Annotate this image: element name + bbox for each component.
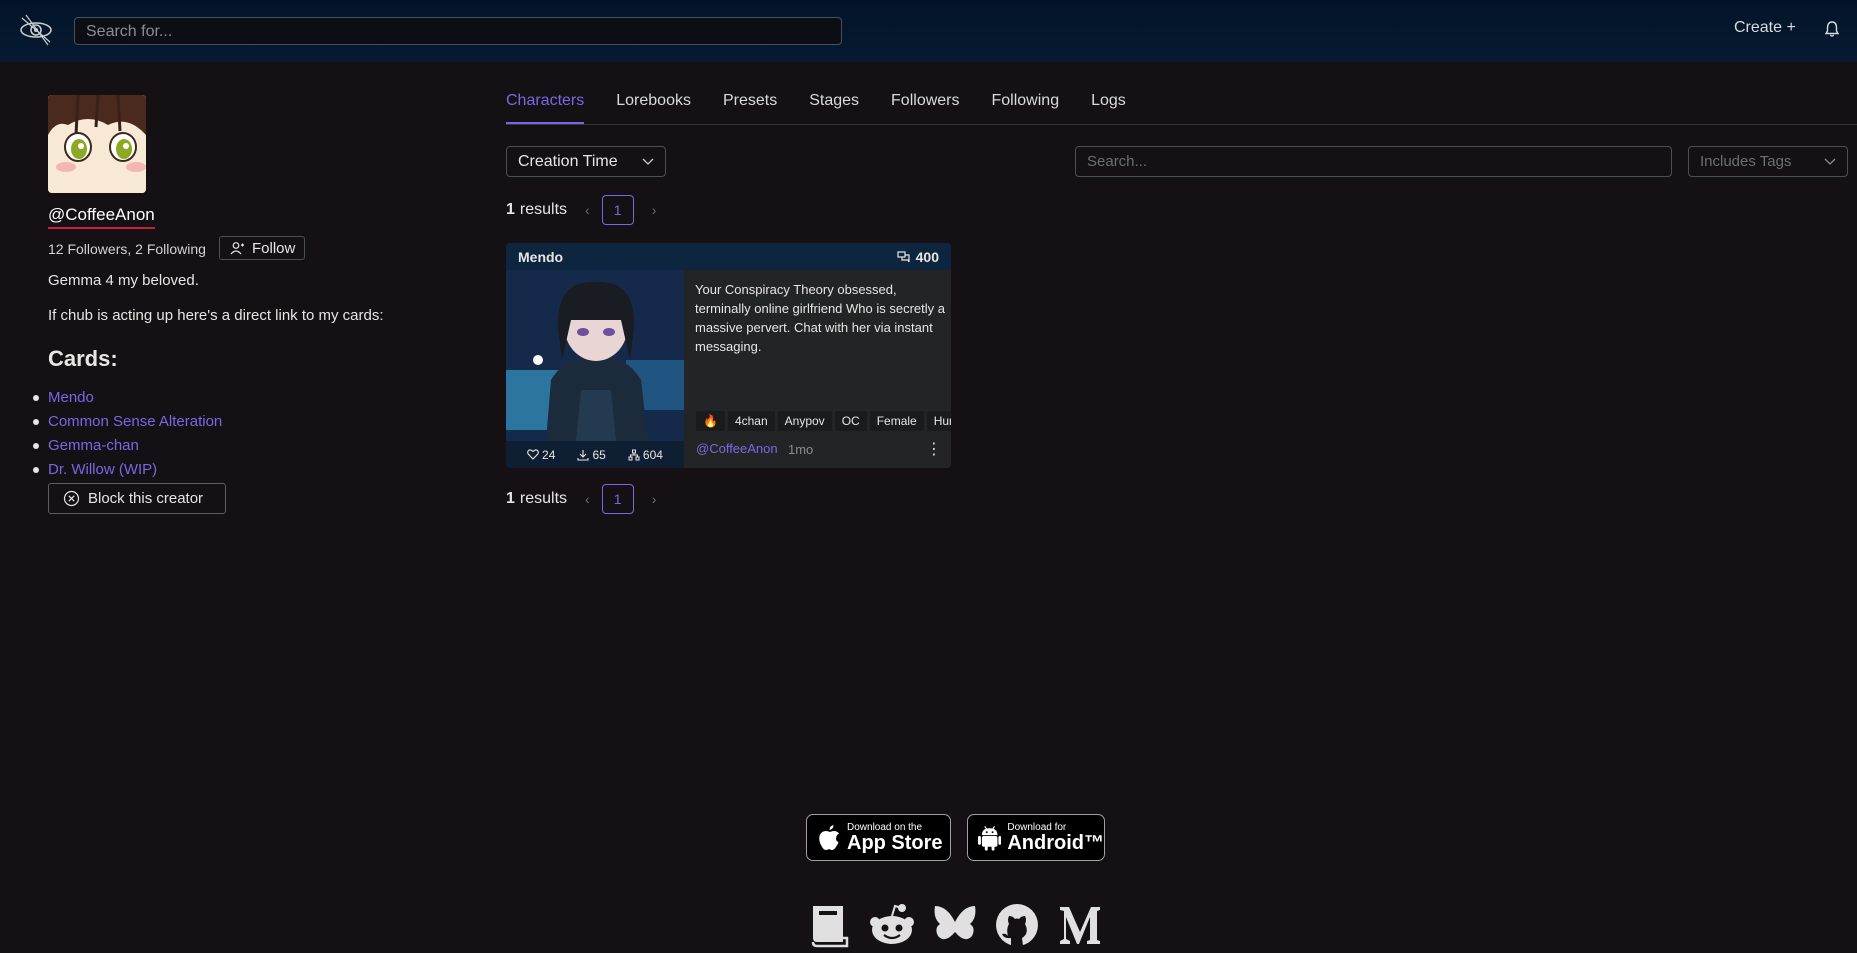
- tab-presets[interactable]: Presets: [723, 92, 777, 124]
- profile-tabs: Characters Lorebooks Presets Stages Foll…: [506, 92, 1158, 124]
- tag-chip[interactable]: Anypov: [777, 411, 832, 431]
- downloads-stat: 65: [577, 447, 606, 462]
- avatar: [48, 95, 146, 193]
- downloads-value: 65: [592, 447, 606, 462]
- forks-stat: 604: [628, 448, 663, 462]
- tab-followers[interactable]: Followers: [891, 92, 959, 124]
- user-plus-icon: [230, 241, 244, 254]
- card-description: Your Conspiracy Theory obsessed, termina…: [695, 282, 945, 354]
- tab-stages[interactable]: Stages: [809, 92, 859, 124]
- tab-characters[interactable]: Characters: [506, 92, 585, 124]
- card-age: 1mo: [788, 442, 814, 457]
- follow-label: Follow: [252, 239, 296, 257]
- prev-page-icon[interactable]: ‹: [585, 202, 590, 218]
- profile-username: @CoffeeAnon: [48, 205, 155, 229]
- likes-stat[interactable]: 24: [527, 448, 555, 462]
- appstore-big-text: App Store: [847, 831, 943, 854]
- android-small-text: Download for: [1007, 821, 1067, 833]
- bio-line: Gemma 4 my beloved.: [48, 272, 199, 289]
- tabs-divider: [506, 124, 1857, 125]
- page-button[interactable]: 1: [601, 484, 634, 514]
- download-icon: [577, 449, 590, 461]
- results-count: 1: [506, 201, 515, 218]
- card-author-link[interactable]: @CoffeeAnon: [696, 441, 778, 456]
- card-link-gemma-chan[interactable]: Gemma-chan: [32, 436, 222, 460]
- network-icon: [628, 449, 640, 460]
- card-stats: 24 65 604: [506, 441, 684, 468]
- follow-stats[interactable]: 12 Followers, 2 Following: [48, 241, 206, 257]
- chat-count-value: 400: [915, 248, 939, 265]
- card-header: Mendo 400: [506, 243, 951, 270]
- apple-icon: [819, 824, 839, 850]
- cards-link-list: Mendo Common Sense Alteration Gemma-chan…: [32, 388, 222, 484]
- pagination-bottom: 1 results ‹ 1 ›: [506, 484, 656, 514]
- results-count: 1: [506, 490, 515, 507]
- android-button[interactable]: Download for Android™: [967, 814, 1105, 861]
- character-card[interactable]: Mendo 400 24 65 604 Your Conspiracy Theo…: [506, 243, 951, 468]
- tag-chip[interactable]: Female: [869, 411, 924, 431]
- medium-icon[interactable]: [1057, 902, 1103, 948]
- tag-chip[interactable]: 🔥: [696, 411, 725, 431]
- tags-select[interactable]: Includes Tags: [1688, 146, 1848, 177]
- character-search-input[interactable]: Search...: [1075, 146, 1672, 177]
- tag-chip[interactable]: Human: [926, 411, 951, 431]
- tags-placeholder: Includes Tags: [1700, 153, 1792, 170]
- tab-following[interactable]: Following: [992, 92, 1060, 124]
- card-link-mendo[interactable]: Mendo: [32, 388, 222, 412]
- follow-button[interactable]: Follow: [219, 236, 305, 260]
- results-label: results: [519, 201, 568, 218]
- sort-select[interactable]: Creation Time: [506, 146, 666, 177]
- logo-icon[interactable]: [18, 12, 54, 48]
- tab-lorebooks[interactable]: Lorebooks: [616, 92, 691, 124]
- bell-icon[interactable]: [1823, 20, 1841, 38]
- close-circle-icon: [63, 490, 80, 507]
- card-tags: 🔥 4chan Anypov OC Female Human: [696, 411, 951, 431]
- block-label: Block this creator: [88, 490, 204, 507]
- page-button[interactable]: 1: [601, 195, 634, 225]
- card-link-common-sense-alteration[interactable]: Common Sense Alteration: [32, 412, 222, 436]
- more-options-icon[interactable]: ⋮: [926, 439, 942, 459]
- block-creator-button[interactable]: Block this creator: [48, 483, 226, 514]
- chevron-down-icon: [642, 158, 654, 165]
- forks-value: 604: [642, 447, 663, 462]
- book-icon[interactable]: [807, 902, 853, 948]
- create-button[interactable]: Create +: [1734, 19, 1796, 37]
- github-icon[interactable]: [994, 902, 1040, 948]
- pagination-top: 1 results ‹ 1 ›: [506, 195, 656, 225]
- reddit-icon[interactable]: [869, 902, 915, 948]
- app-store-button[interactable]: Download on the App Store: [806, 814, 951, 861]
- results-label: results: [519, 490, 568, 507]
- tab-logs[interactable]: Logs: [1091, 92, 1126, 124]
- top-bar: Search for... Create +: [0, 0, 1857, 62]
- card-link-dr-willow[interactable]: Dr. Willow (WIP): [32, 460, 222, 484]
- chat-icon: [897, 250, 910, 262]
- likes-value: 24: [542, 447, 556, 462]
- appstore-small-text: Download on the: [847, 821, 923, 833]
- next-page-icon[interactable]: ›: [652, 491, 657, 507]
- card-name[interactable]: Mendo: [518, 249, 563, 265]
- android-icon: [978, 825, 1002, 851]
- heart-icon: [527, 449, 539, 460]
- chevron-down-icon: [1824, 158, 1836, 165]
- tag-chip[interactable]: 4chan: [727, 411, 775, 431]
- sort-value: Creation Time: [518, 152, 618, 170]
- bluesky-icon[interactable]: [932, 902, 978, 948]
- android-big-text: Android™: [1007, 831, 1104, 854]
- cards-heading: Cards:: [48, 346, 118, 371]
- tag-chip[interactable]: OC: [834, 411, 867, 431]
- prev-page-icon[interactable]: ‹: [585, 491, 590, 507]
- chat-count: 400: [897, 249, 939, 265]
- bio-line: If chub is acting up here's a direct lin…: [48, 307, 384, 324]
- next-page-icon[interactable]: ›: [652, 202, 657, 218]
- global-search-input[interactable]: Search for...: [74, 17, 842, 45]
- card-avatar-image[interactable]: [506, 270, 684, 441]
